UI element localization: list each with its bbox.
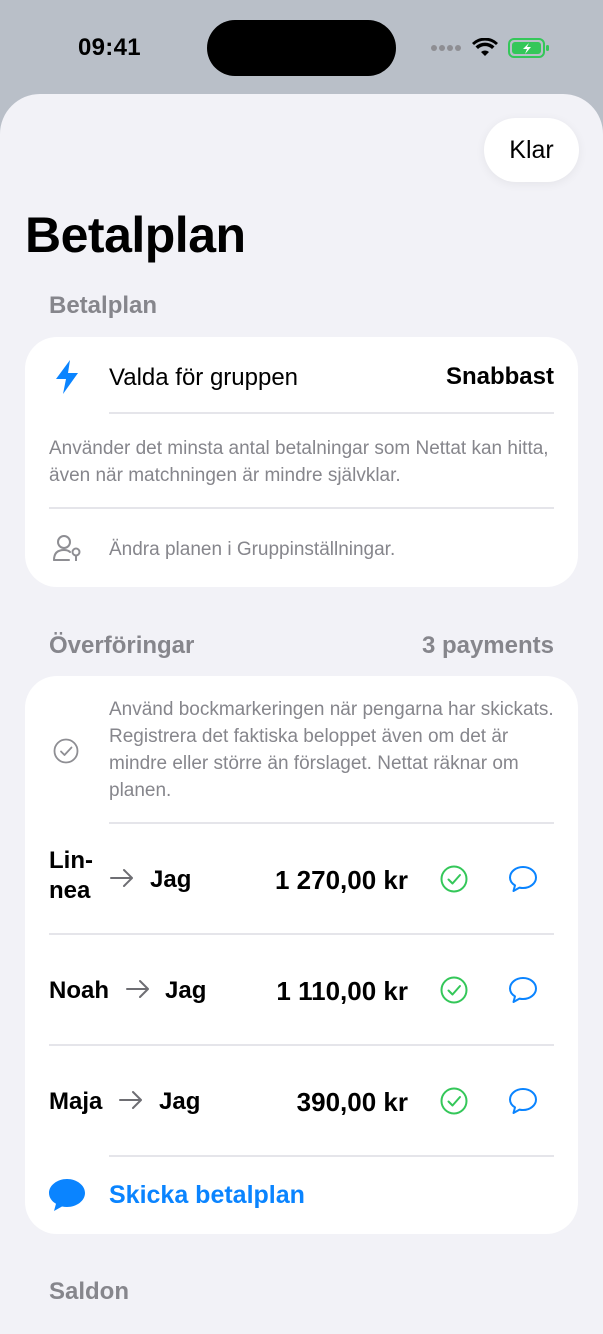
receiver-name: Jag [150,866,192,893]
plan-option-value[interactable]: Snabbast [446,363,554,391]
plan-description: Använder det minsta antal betalningar so… [49,438,549,486]
cellular-icon [431,45,461,51]
bolt-icon [56,360,78,394]
payment-row: Noah Jag 1 110,00 kr [25,935,578,1045]
transfers-section-header: Överföringar [49,632,195,659]
receiver-name: Jag [159,1088,201,1115]
dynamic-island [207,20,396,76]
status-bar: 09:41 [0,0,603,96]
status-icons [430,36,550,60]
payment-amount: 1 270,00 kr [274,865,408,895]
transfers-info: Använd bockmarkeringen när pengarna har … [109,699,554,801]
settings-hint[interactable]: Ändra planen i Gruppinställningar. [109,536,395,563]
status-time: 09:41 [78,34,141,61]
divider [49,507,554,509]
plan-card: Valda för gruppen Snabbast Använder det … [25,337,578,587]
plan-section-header: Betalplan [49,292,158,319]
arrow-right-icon [126,980,149,998]
balances-section-header: Saldon [49,1278,130,1305]
arrow-right-icon [119,1091,142,1109]
message-icon[interactable] [507,1086,539,1116]
transfers-card: Använd bockmarkeringen när pengarna har … [25,676,578,1234]
message-icon[interactable] [507,975,539,1005]
payer-name-line: nea [49,877,91,904]
mark-paid-check-icon[interactable] [439,1086,469,1116]
divider [109,412,554,414]
payer-name-line: Lin- [49,847,93,874]
payment-amount: 1 110,00 kr [276,976,408,1006]
person-key-icon [53,535,81,561]
mark-paid-check-icon[interactable] [439,864,469,894]
battery-icon [508,38,549,58]
send-plan-button[interactable]: Skicka betalplan [109,1181,305,1210]
payment-row: Maja Jag 390,00 kr [25,1046,578,1156]
arrow-right-icon [110,869,133,887]
payment-plan-sheet: Klar Betalplan Betalplan Valda för grupp… [0,94,603,1334]
page-title: Betalplan [25,207,246,263]
transfers-count: 3 payments [421,632,554,659]
mark-paid-check-icon[interactable] [439,975,469,1005]
payer-name: Maja [49,1088,103,1115]
receiver-name: Jag [165,977,207,1004]
payer-name: Noah [49,977,109,1004]
done-button[interactable]: Klar [484,118,579,182]
check-circle-icon [53,738,79,764]
payment-amount: 390,00 kr [296,1087,408,1117]
message-icon[interactable] [507,864,539,894]
message-filled-icon[interactable] [47,1177,87,1213]
payment-row: Lin- nea Jag 1 270,00 kr [25,824,578,934]
divider [109,1155,554,1157]
payer-name: Lin- nea [49,846,93,906]
plan-option-label[interactable]: Valda för gruppen [109,364,298,392]
wifi-icon [472,38,498,56]
